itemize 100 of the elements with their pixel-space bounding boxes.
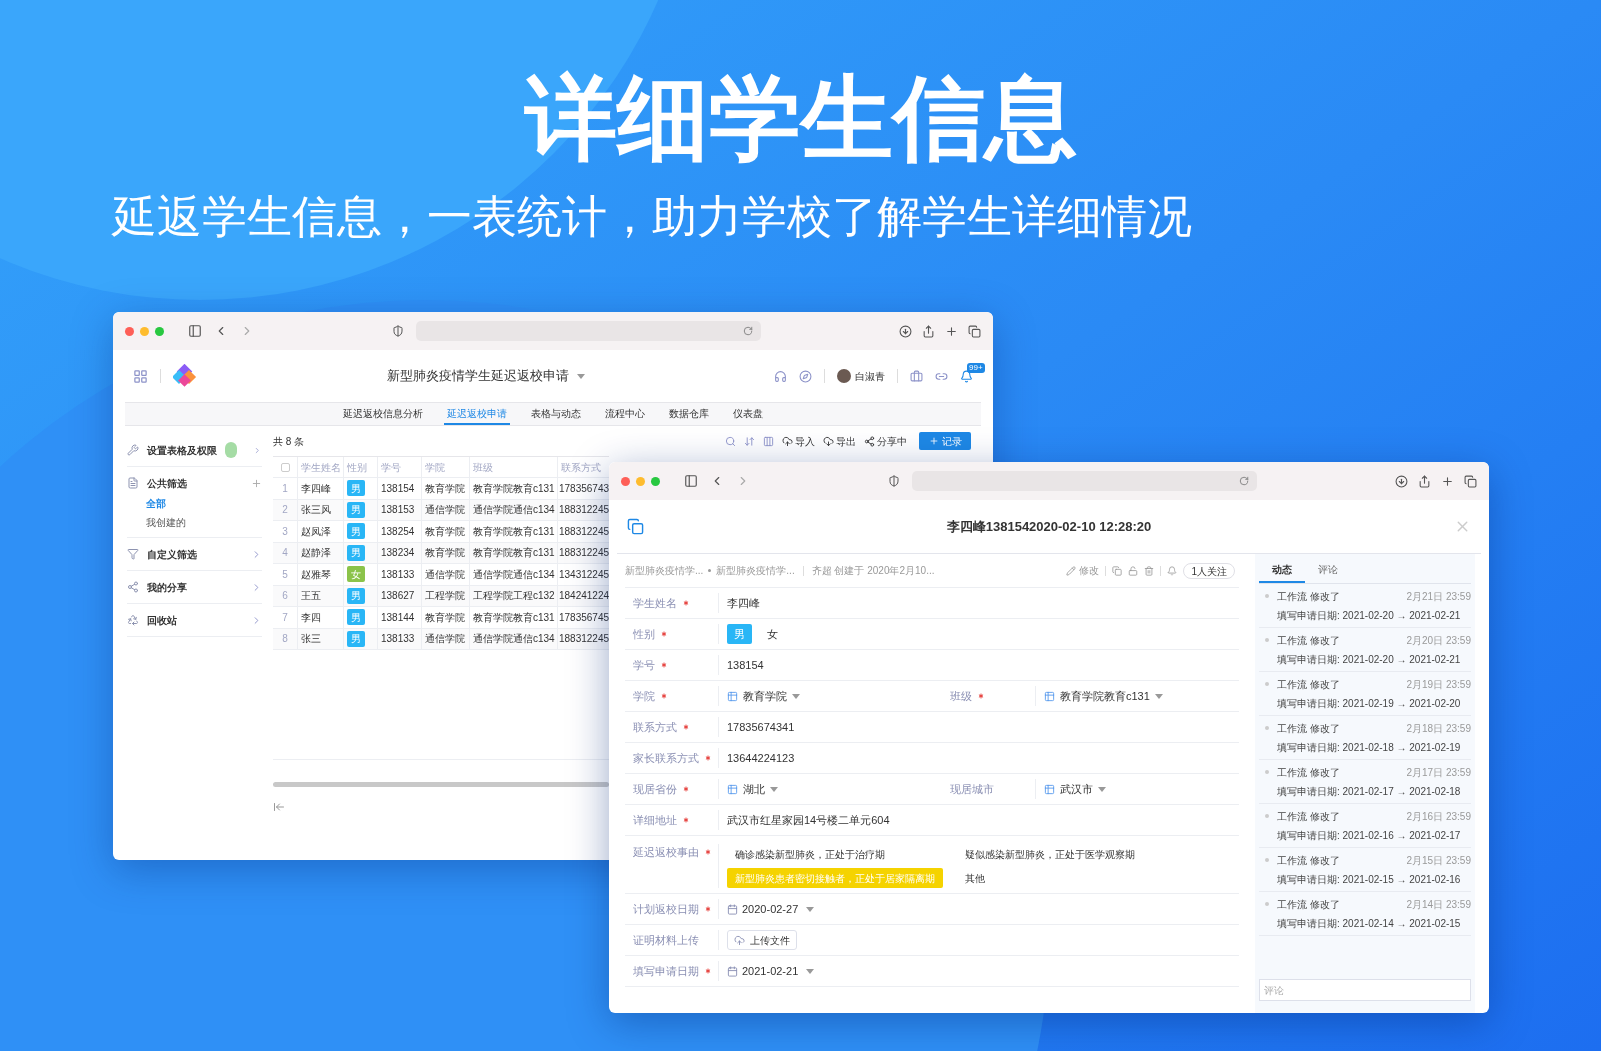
close-window-icon[interactable] bbox=[621, 476, 630, 486]
reload-icon[interactable] bbox=[1239, 476, 1249, 486]
activity-change: 填写申请日期: 2021-02-16 → 2021-02-17 bbox=[1276, 828, 1462, 843]
field-value[interactable]: 武汉市红星家园14号楼二单元604 bbox=[727, 811, 890, 829]
new-tab-icon[interactable] bbox=[945, 324, 958, 338]
toolbar-button[interactable]: 分享中 bbox=[864, 433, 907, 449]
field-value[interactable]: 13644224123 bbox=[727, 749, 795, 767]
table-cell-text: 138254 bbox=[381, 524, 415, 539]
panel-tab[interactable]: 评论 bbox=[1305, 558, 1351, 583]
activity-time: 2月21日 23:59 bbox=[1406, 589, 1471, 604]
choice-option[interactable]: 确诊感染新型肺炎，正处于治疗期 bbox=[727, 844, 943, 864]
download-icon[interactable] bbox=[899, 324, 912, 338]
compass-icon[interactable] bbox=[799, 369, 812, 383]
date-value[interactable]: 2020-02-27 bbox=[742, 900, 799, 918]
comment-field[interactable]: 评论 bbox=[1259, 979, 1471, 1001]
avatar[interactable] bbox=[837, 369, 851, 383]
columns-icon[interactable] bbox=[763, 435, 774, 447]
trash-icon[interactable] bbox=[1144, 565, 1155, 576]
copy-icon[interactable] bbox=[627, 518, 644, 535]
activity-change: 填写申请日期: 2021-02-20 → 2021-02-21 bbox=[1276, 608, 1462, 623]
briefcase-icon[interactable] bbox=[910, 369, 923, 383]
minimize-window-icon[interactable] bbox=[140, 326, 149, 336]
apps-grid-icon[interactable] bbox=[133, 368, 148, 384]
gender-tag: 男 bbox=[347, 523, 365, 540]
select-value[interactable]: 武汉市 bbox=[1060, 780, 1093, 798]
calendar-icon bbox=[727, 965, 738, 977]
caret-icon bbox=[806, 968, 815, 974]
horizontal-scrollbar[interactable] bbox=[273, 782, 609, 787]
zoom-window-icon[interactable] bbox=[651, 476, 660, 486]
headset-icon[interactable] bbox=[774, 369, 787, 383]
toolbar-button[interactable]: 导出 bbox=[823, 433, 856, 449]
nav-tab[interactable]: 延迟返校信息分析 bbox=[340, 403, 426, 425]
add-icon[interactable] bbox=[251, 477, 262, 489]
chevron-right-icon[interactable] bbox=[251, 581, 262, 593]
sidebar-item[interactable]: 设置表格及权限 bbox=[147, 442, 217, 458]
user-name[interactable]: 白淑青 bbox=[855, 368, 885, 384]
filter-item[interactable]: 全部 bbox=[146, 496, 166, 511]
sidebar-item[interactable]: 回收站 bbox=[147, 612, 177, 628]
sidebar-icon[interactable] bbox=[684, 474, 698, 488]
chevron-right-icon[interactable] bbox=[251, 548, 262, 560]
zoom-window-icon[interactable] bbox=[155, 326, 164, 336]
add-record-button[interactable]: 记录 bbox=[919, 432, 971, 450]
sidebar-item[interactable]: 我的分享 bbox=[147, 579, 187, 595]
unlock-icon[interactable] bbox=[1128, 565, 1139, 576]
table-cell-text: 工程学院工程c132 bbox=[473, 589, 555, 604]
select-all-checkbox[interactable] bbox=[280, 462, 290, 472]
nav-tab[interactable]: 仪表盘 bbox=[730, 403, 766, 425]
upload-button[interactable]: 上传文件 bbox=[727, 930, 797, 950]
gender-tag: 男 bbox=[347, 609, 365, 626]
new-tab-icon[interactable] bbox=[1441, 474, 1454, 488]
toolbar-button[interactable]: 导入 bbox=[782, 433, 815, 449]
nav-tab[interactable]: 数据仓库 bbox=[666, 403, 712, 425]
search-icon[interactable] bbox=[725, 435, 736, 447]
field-label: 班级 bbox=[950, 688, 972, 704]
tabs-overview-icon[interactable] bbox=[1464, 474, 1477, 488]
nav-tab[interactable]: 延迟返校申请 bbox=[444, 403, 510, 425]
nav-tab[interactable]: 流程中心 bbox=[602, 403, 648, 425]
nav-tab[interactable]: 表格与动态 bbox=[528, 403, 584, 425]
field-label: 性别 bbox=[633, 626, 655, 642]
select-value[interactable]: 教育学院教育c131 bbox=[1060, 687, 1150, 705]
close-window-icon[interactable] bbox=[125, 326, 134, 336]
sort-icon[interactable] bbox=[744, 435, 755, 447]
notification-icon[interactable] bbox=[960, 369, 973, 383]
sidebar-icon[interactable] bbox=[188, 324, 202, 338]
field-value[interactable]: 138154 bbox=[727, 656, 764, 674]
date-value[interactable]: 2021-02-21 bbox=[742, 962, 799, 980]
caret-icon bbox=[1154, 693, 1163, 699]
download-icon[interactable] bbox=[1395, 474, 1408, 488]
table-cell-text: 通信学院通信c134 bbox=[473, 632, 555, 647]
tabs-overview-icon[interactable] bbox=[968, 324, 981, 338]
select-value[interactable]: 教育学院 bbox=[743, 687, 787, 705]
gender-tag: 男 bbox=[347, 501, 365, 518]
bell-icon[interactable] bbox=[1167, 565, 1178, 576]
table-cell-text: 188312245 bbox=[559, 546, 610, 561]
panel-tab[interactable]: 动态 bbox=[1259, 558, 1305, 583]
select-value[interactable]: 湖北 bbox=[743, 780, 765, 798]
minimize-window-icon[interactable] bbox=[636, 476, 645, 486]
gender-tag: 男 bbox=[347, 587, 365, 604]
share-icon bbox=[127, 581, 139, 593]
cloud-download-icon bbox=[823, 435, 834, 447]
copy-icon[interactable] bbox=[1112, 565, 1123, 576]
app-title[interactable]: 新型肺炎疫情学生延迟返校申请 bbox=[386, 366, 569, 386]
chevron-right-icon[interactable] bbox=[251, 614, 262, 626]
filter-item[interactable]: 我创建的 bbox=[146, 515, 186, 530]
activity-time: 2月19日 23:59 bbox=[1406, 677, 1471, 692]
sidebar-item[interactable]: 自定义筛选 bbox=[147, 546, 197, 562]
choice-option[interactable]: 女 bbox=[760, 624, 785, 644]
activity-author: 工作流 修改了 bbox=[1277, 897, 1340, 912]
table-cell-text: 178356743 bbox=[559, 481, 610, 496]
choice-option[interactable]: 疑似感染新型肺炎，正处于医学观察期 bbox=[957, 844, 1143, 864]
reload-icon[interactable] bbox=[743, 326, 753, 336]
table-cell-text: 通信学院通信c134 bbox=[473, 503, 555, 518]
collapse-icon[interactable] bbox=[273, 801, 285, 813]
share-icon[interactable] bbox=[922, 324, 935, 338]
activity-change: 填写申请日期: 2021-02-14 → 2021-02-15 bbox=[1276, 916, 1462, 931]
field-value[interactable]: 李四峰 bbox=[727, 594, 760, 612]
share-icon[interactable] bbox=[1418, 474, 1431, 488]
sidebar-item[interactable]: 公共筛选 bbox=[147, 475, 187, 491]
field-value[interactable]: 17835674341 bbox=[727, 718, 795, 736]
choice-option[interactable]: 其他 bbox=[957, 868, 1143, 888]
